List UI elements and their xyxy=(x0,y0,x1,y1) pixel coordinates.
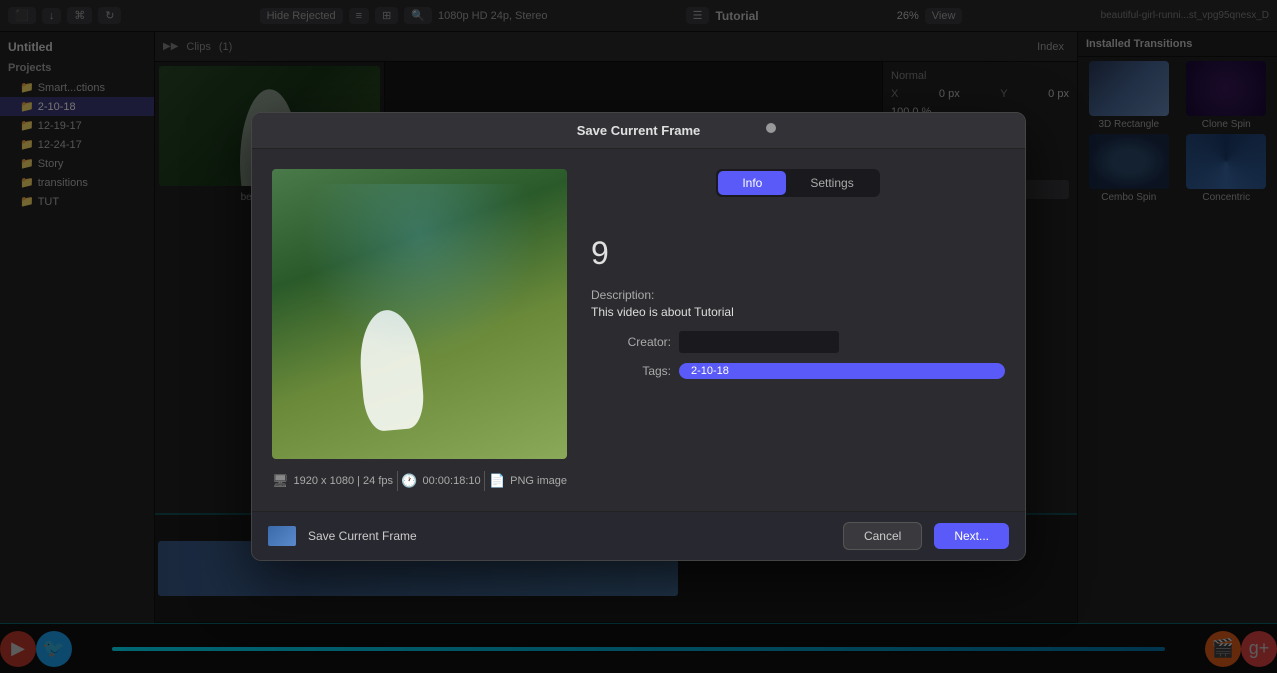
tab-info[interactable]: Info xyxy=(718,171,786,195)
resolution-meta: 🖥 1920 x 1080 | 24 fps xyxy=(272,473,393,489)
meta-separator-2 xyxy=(484,471,485,491)
timecode-value: 00:00:18:10 xyxy=(423,475,481,487)
tags-label: Tags: xyxy=(591,364,671,378)
tab-control: Info Settings xyxy=(716,169,879,197)
creator-input[interactable] xyxy=(679,331,839,353)
meta-separator xyxy=(397,471,398,491)
dialog-titlebar: Save Current Frame xyxy=(252,113,1025,149)
resolution-value: 1920 x 1080 | 24 fps xyxy=(294,475,394,487)
file-icon: 📄 xyxy=(489,473,505,489)
dialog-footer: Save Current Frame Cancel Next... xyxy=(252,511,1025,560)
cancel-button[interactable]: Cancel xyxy=(843,522,922,550)
creator-label: Creator: xyxy=(591,335,671,349)
dialog-body: 🖥 1920 x 1080 | 24 fps 🕐 00:00:18:10 📄 P… xyxy=(252,149,1025,511)
format-value: PNG image xyxy=(510,475,567,487)
frame-preview-image xyxy=(272,169,567,459)
tab-settings[interactable]: Settings xyxy=(786,171,877,195)
description-value: This video is about Tutorial xyxy=(591,305,1005,319)
footer-frame-icon xyxy=(268,526,296,546)
frame-number: 9 xyxy=(591,235,1005,272)
description-label: Description: xyxy=(591,288,1005,302)
timecode-meta: 🕐 00:00:18:10 xyxy=(401,473,480,489)
tag-badge: 2-10-18 xyxy=(679,363,1005,379)
clock-icon: 🕐 xyxy=(401,473,417,489)
preview-meta: 🖥 1920 x 1080 | 24 fps 🕐 00:00:18:10 📄 P… xyxy=(272,471,567,491)
info-grid: Creator: Tags: 2-10-18 xyxy=(591,331,1005,379)
dialog-title: Save Current Frame xyxy=(577,123,701,138)
dialog-preview-section: 🖥 1920 x 1080 | 24 fps 🕐 00:00:18:10 📄 P… xyxy=(272,169,567,491)
dialog-overlay: Save Current Frame 🖥 1920 x 1080 | 24 fp… xyxy=(0,0,1277,673)
footer-save-label: Save Current Frame xyxy=(308,529,831,543)
save-frame-dialog: Save Current Frame 🖥 1920 x 1080 | 24 fp… xyxy=(251,112,1026,561)
description-row: Description: This video is about Tutoria… xyxy=(591,288,1005,319)
next-button[interactable]: Next... xyxy=(934,523,1009,549)
format-meta: 📄 PNG image xyxy=(489,473,567,489)
dialog-info-section: Info Settings 9 Description: This video … xyxy=(591,169,1005,491)
monitor-icon: 🖥 xyxy=(272,473,289,489)
